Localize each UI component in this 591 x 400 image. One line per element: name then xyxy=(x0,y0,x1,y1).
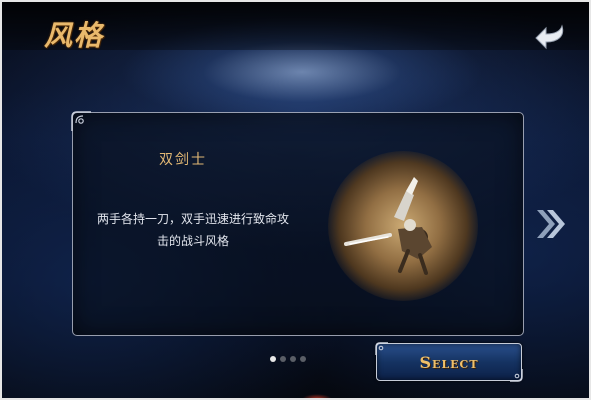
select-button-label: Select xyxy=(419,352,479,372)
style-card: 双剑士 两手各持一刀，双手迅速进行致命攻击的战斗风格 xyxy=(71,111,524,336)
style-description: 两手各持一刀，双手迅速进行致命攻击的战斗风格 xyxy=(96,212,289,248)
page-dot-2[interactable] xyxy=(280,356,286,362)
game-screen: 风格 双剑士 两手各持一刀，双手迅速进行致命攻击的战斗风格 Select xyxy=(0,0,591,400)
back-button[interactable] xyxy=(534,22,570,52)
page-title: 风格 xyxy=(44,19,105,52)
dual-sword-warrior-portrait xyxy=(328,151,478,301)
select-button[interactable]: Select xyxy=(375,342,523,382)
page-dot-4[interactable] xyxy=(300,356,306,362)
ornament-corner-icon xyxy=(71,111,91,131)
page-indicator xyxy=(270,356,306,364)
back-arrow-icon xyxy=(535,24,564,50)
style-name: 双剑士 xyxy=(159,152,207,168)
next-style-button[interactable] xyxy=(534,207,568,241)
ember-glow xyxy=(302,394,332,398)
warrior-figure-icon xyxy=(344,177,432,275)
page-dot-3[interactable] xyxy=(290,356,296,362)
double-chevron-right-icon xyxy=(537,210,565,238)
page-dot-1[interactable] xyxy=(270,356,276,362)
